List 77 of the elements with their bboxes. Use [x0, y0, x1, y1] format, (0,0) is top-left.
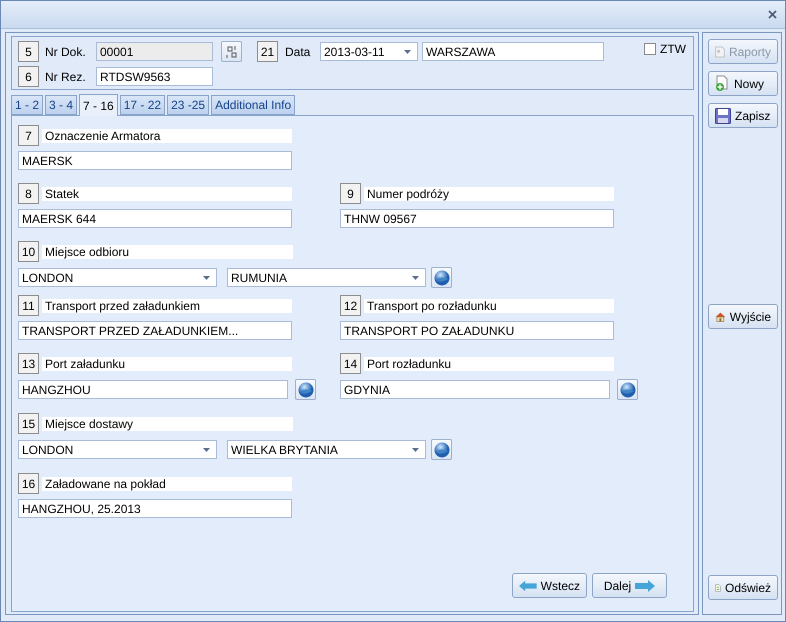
field-label: Transport przed załadunkiem — [42, 298, 292, 312]
field-label: Miejsce odbioru — [42, 244, 293, 258]
new-button[interactable]: Nowy — [708, 71, 778, 96]
field-number: 7 — [18, 125, 39, 146]
back-button[interactable]: Wstecz — [512, 573, 587, 598]
dropdown-caret-icon — [412, 448, 419, 452]
field-label: Port rozładunku — [364, 356, 614, 370]
field-label: Data — [284, 44, 312, 58]
field-number: 9 — [340, 183, 361, 204]
text-field[interactable]: THNW 09567 — [340, 209, 614, 228]
checkbox-label: ZTW — [660, 42, 686, 56]
field-label: Port załadunku — [42, 356, 292, 370]
dropdown[interactable]: LONDON — [18, 268, 217, 287]
globe-icon — [620, 382, 636, 398]
numbering-button[interactable] — [221, 41, 242, 62]
close-icon[interactable] — [768, 10, 777, 19]
field-label: Numer podróży — [364, 186, 614, 200]
field-label: Nr Dok. — [44, 44, 87, 58]
field-label: Transport po rozładunku — [364, 298, 614, 312]
home-button[interactable]: Wyjście — [708, 304, 778, 329]
field-number: 5 — [18, 41, 39, 62]
field-label: Miejsce dostawy — [42, 416, 293, 430]
save-button[interactable]: Zapisz — [708, 103, 778, 128]
text-field[interactable]: HANGZHOU — [18, 380, 288, 399]
field-label: Załadowane na pokład — [42, 476, 292, 490]
refresh-button[interactable]: Odśwież — [708, 575, 778, 600]
dropdown-caret-icon — [412, 276, 419, 280]
text-field[interactable]: HANGZHOU, 25.2013 — [18, 499, 292, 518]
new-document-icon — [715, 75, 730, 92]
lookup-button[interactable] — [295, 379, 316, 400]
text-field[interactable]: TRANSPORT PO ZAŁADUNKU — [340, 321, 614, 340]
text-field[interactable]: MAERSK — [18, 151, 292, 170]
text-field[interactable]: MAERSK 644 — [18, 209, 292, 228]
dropdown[interactable]: WIELKA BRYTANIA — [227, 440, 426, 459]
tab[interactable]: Additional Info — [211, 95, 296, 115]
document-icon — [715, 44, 725, 60]
field-number: 15 — [18, 413, 39, 434]
text-field[interactable]: GDYNIA — [340, 380, 610, 399]
field-number: 6 — [18, 66, 39, 87]
tab[interactable]: 7 - 16 — [79, 94, 118, 116]
checkbox-square[interactable] — [644, 43, 656, 55]
globe-icon — [298, 382, 314, 398]
tab[interactable]: 1 - 2 — [11, 95, 44, 115]
lookup-button[interactable] — [431, 267, 452, 288]
lookup-button[interactable] — [617, 379, 638, 400]
numbering-icon — [226, 44, 238, 58]
text-field[interactable]: TRANSPORT PRZED ZAŁADUNKIEM... — [18, 321, 292, 340]
dropdown-caret-icon — [203, 276, 210, 280]
field-number: 21 — [257, 41, 278, 62]
date-dropdown[interactable]: 2013-03-11 — [320, 42, 418, 61]
field-number: 13 — [18, 353, 39, 374]
field-label: Nr Rez. — [44, 70, 87, 84]
dropdown-caret-icon — [404, 50, 411, 54]
left-arrow-icon — [519, 580, 537, 592]
field-number: 8 — [18, 183, 39, 204]
tab[interactable]: 17 - 22 — [120, 95, 166, 115]
dropdown[interactable]: LONDON — [18, 440, 217, 459]
lookup-button[interactable] — [431, 439, 452, 460]
field-number: 12 — [340, 295, 361, 316]
dropdown[interactable]: RUMUNIA — [227, 268, 426, 287]
text-field[interactable]: RTDSW9563 — [96, 67, 213, 86]
globe-icon — [434, 442, 450, 458]
field-number: 11 — [18, 295, 39, 316]
ztw-checkbox[interactable]: ZTW — [644, 42, 686, 56]
dropdown-caret-icon — [203, 448, 210, 452]
field-number: 14 — [340, 353, 361, 374]
right-arrow-icon — [635, 580, 656, 592]
tab[interactable]: 23 -25 — [167, 95, 210, 115]
next-button[interactable]: Dalej — [592, 573, 667, 598]
field-number: 16 — [18, 473, 39, 494]
field-number: 10 — [18, 241, 39, 262]
tab[interactable]: 3 - 4 — [45, 95, 78, 115]
field-label: Statek — [42, 186, 292, 200]
text-field[interactable]: 00001 — [96, 42, 213, 61]
globe-icon — [434, 270, 450, 286]
field-label: Oznaczenie Armatora — [42, 128, 292, 142]
text-field[interactable]: WARSZAWA — [422, 42, 604, 61]
